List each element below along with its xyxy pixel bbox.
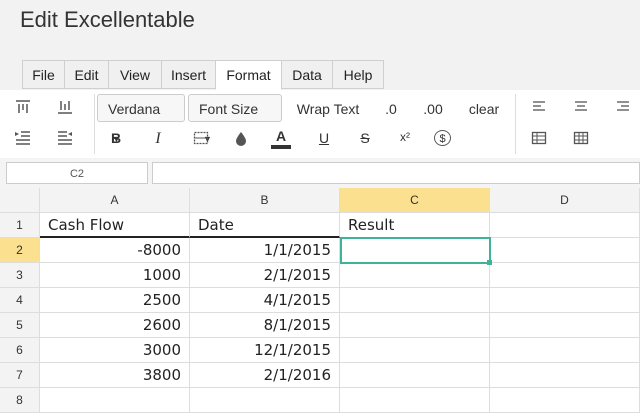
cell-name-box[interactable]: C2 — [6, 162, 148, 184]
cell-d7[interactable] — [490, 363, 640, 388]
format-toolbar: Verdana ▼ Font Size ▼ Wrap Text .0 .00 c… — [0, 90, 640, 159]
menu-format[interactable]: Format — [215, 60, 282, 90]
active-cell-selection — [340, 237, 491, 264]
menu-file[interactable]: File — [22, 60, 65, 89]
align-left-icon[interactable] — [528, 100, 550, 117]
app-title: Edit Excellentable — [20, 7, 195, 32]
cell-a5[interactable]: 2600 — [40, 313, 190, 338]
formula-input[interactable] — [152, 162, 640, 184]
row-header[interactable]: 2 — [0, 238, 40, 263]
menu-view[interactable]: View — [108, 60, 162, 89]
cell-b2[interactable]: 1/1/2015 — [190, 238, 340, 263]
cell-b8[interactable] — [190, 388, 340, 413]
text-color-button[interactable]: A — [270, 128, 292, 149]
toolbar-separator — [94, 94, 95, 154]
cell-d5[interactable] — [490, 313, 640, 338]
fill-handle[interactable] — [487, 260, 492, 265]
font-family-label: Verdana — [108, 101, 161, 117]
font-family-dropdown[interactable]: Verdana ▼ — [97, 94, 185, 144]
cell-c6[interactable] — [340, 338, 490, 363]
cell-b7[interactable]: 2/1/2016 — [190, 363, 340, 388]
column-header-a[interactable]: A — [40, 188, 190, 213]
cell-b5[interactable]: 8/1/2015 — [190, 313, 340, 338]
cell-d6[interactable] — [490, 338, 640, 363]
cell-a6[interactable]: 3000 — [40, 338, 190, 363]
row-header[interactable]: 5 — [0, 313, 40, 338]
text-color-label: A — [275, 128, 287, 144]
row-header[interactable]: 1 — [0, 213, 40, 238]
decrease-decimal-button[interactable]: .0 — [378, 101, 404, 117]
row-header[interactable]: 4 — [0, 288, 40, 313]
cell-a3[interactable]: 1000 — [40, 263, 190, 288]
grid-icon[interactable] — [570, 131, 592, 148]
cell-c7[interactable] — [340, 363, 490, 388]
text-color-swatch — [271, 145, 291, 149]
row-header[interactable]: 8 — [0, 388, 40, 413]
column-header-c[interactable]: C — [340, 188, 490, 213]
spreadsheet-grid: A B C D 1 Cash Flow Date Result 2 -8000 … — [0, 188, 640, 414]
cell-a7[interactable]: 3800 — [40, 363, 190, 388]
underline-button[interactable]: U — [314, 130, 334, 146]
bold-button[interactable]: B — [106, 130, 126, 146]
cell-b3[interactable]: 2/1/2015 — [190, 263, 340, 288]
currency-button[interactable]: $ — [434, 130, 451, 146]
indent-icon[interactable] — [12, 130, 34, 149]
superscript-button[interactable]: x² — [394, 130, 416, 144]
select-all-corner[interactable] — [0, 188, 40, 213]
menu-bar: File Edit View Insert Format Data Help — [0, 56, 640, 90]
cell-c3[interactable] — [340, 263, 490, 288]
column-header-d[interactable]: D — [490, 188, 640, 213]
wrap-text-button[interactable]: Wrap Text — [292, 101, 364, 117]
cell-a8[interactable] — [40, 388, 190, 413]
cell-d2[interactable] — [490, 238, 640, 263]
cell-b1[interactable]: Date — [190, 213, 340, 238]
borders-icon[interactable] — [190, 131, 212, 148]
align-right-icon[interactable] — [612, 100, 634, 117]
font-size-dropdown[interactable]: Font Size ▼ — [188, 94, 282, 144]
cell-d1[interactable] — [490, 213, 640, 238]
cell-b6[interactable]: 12/1/2015 — [190, 338, 340, 363]
align-center-icon[interactable] — [570, 100, 592, 117]
cell-b4[interactable]: 4/1/2015 — [190, 288, 340, 313]
cell-d4[interactable] — [490, 288, 640, 313]
cell-c1[interactable]: Result — [340, 213, 490, 238]
cell-a4[interactable]: 2500 — [40, 288, 190, 313]
font-size-label: Font Size — [199, 101, 259, 117]
table-icon[interactable] — [528, 131, 550, 148]
fill-color-icon[interactable] — [230, 131, 252, 150]
title-bar: Edit Excellentable — [0, 0, 640, 56]
align-top-icon[interactable] — [12, 99, 34, 118]
clear-format-button[interactable]: clear — [464, 101, 504, 117]
row-header[interactable]: 3 — [0, 263, 40, 288]
menu-help[interactable]: Help — [332, 60, 384, 89]
cell-c4[interactable] — [340, 288, 490, 313]
cell-a2[interactable]: -8000 — [40, 238, 190, 263]
align-bottom-icon[interactable] — [54, 99, 76, 118]
menu-data[interactable]: Data — [281, 60, 333, 89]
outdent-icon[interactable] — [54, 130, 76, 149]
cell-d8[interactable] — [490, 388, 640, 413]
cell-c5[interactable] — [340, 313, 490, 338]
italic-button[interactable]: I — [148, 130, 168, 148]
row-header[interactable]: 6 — [0, 338, 40, 363]
cell-a1[interactable]: Cash Flow — [40, 213, 190, 238]
cell-c8[interactable] — [340, 388, 490, 413]
toolbar-separator — [515, 94, 516, 154]
cell-d3[interactable] — [490, 263, 640, 288]
strikethrough-button[interactable]: S — [355, 130, 375, 146]
column-header-b[interactable]: B — [190, 188, 340, 213]
menu-insert[interactable]: Insert — [161, 60, 216, 89]
formula-bar: C2 — [0, 158, 640, 188]
menu-edit[interactable]: Edit — [64, 60, 109, 89]
row-header[interactable]: 7 — [0, 363, 40, 388]
increase-decimal-button[interactable]: .00 — [418, 101, 448, 117]
